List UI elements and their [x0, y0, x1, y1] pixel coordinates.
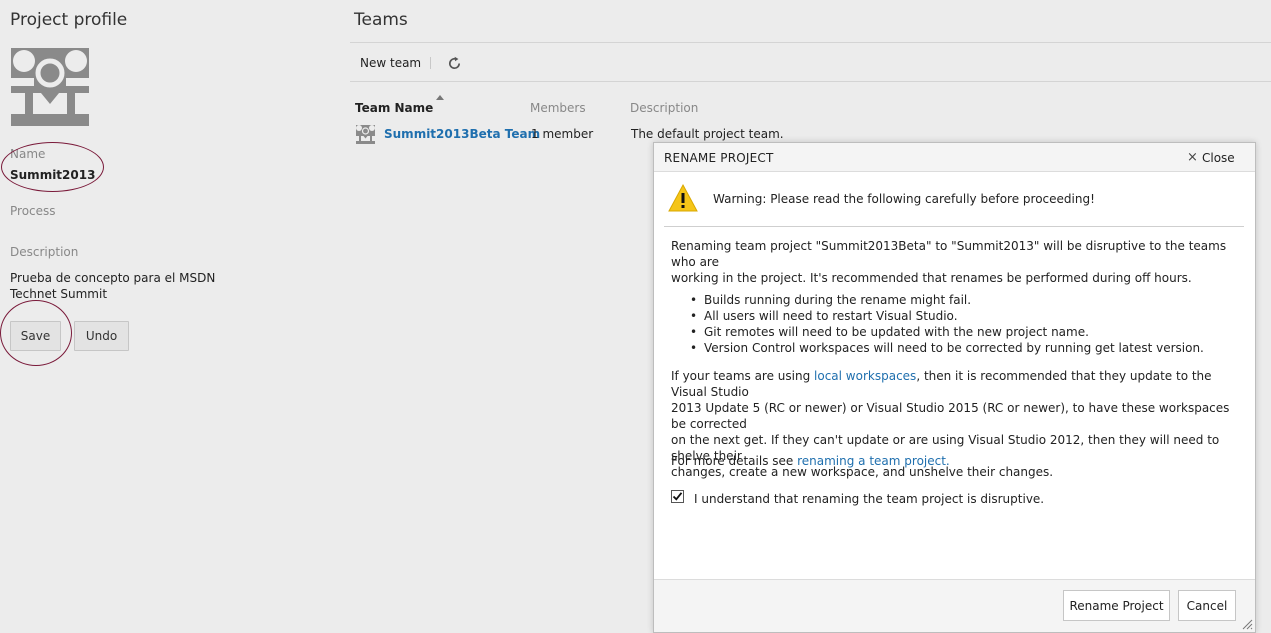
list-item: Builds running during the rename might f… — [689, 292, 1204, 308]
dialog-title: RENAME PROJECT — [664, 151, 774, 165]
teams-title: Teams — [354, 10, 408, 30]
description-value[interactable]: Prueba de concepto para el MSDN Technet … — [10, 270, 260, 302]
close-icon[interactable]: × — [1187, 150, 1198, 165]
description-label: Description — [10, 245, 79, 259]
team-name-link[interactable]: Summit2013Beta Team — [384, 127, 540, 141]
teams-divider-toolbar — [350, 81, 1271, 82]
annotation-circle-name — [1, 142, 104, 192]
cancel-button[interactable]: Cancel — [1178, 590, 1236, 621]
project-profile-panel: Project profile Name Summit2013 Process … — [0, 0, 345, 633]
column-header-members[interactable]: Members — [530, 101, 586, 115]
teams-divider-top — [350, 42, 1271, 43]
warning-icon — [668, 183, 698, 212]
sort-ascending-icon — [436, 95, 444, 100]
column-header-team-name[interactable]: Team Name — [355, 101, 433, 115]
list-item: All users will need to restart Visual St… — [689, 308, 1204, 324]
process-label: Process — [10, 204, 56, 218]
intro-line: Renaming team project "Summit2013Beta" t… — [671, 239, 1227, 269]
rename-project-dialog: RENAME PROJECT × Close Warning: Please r… — [653, 142, 1256, 633]
understand-checkbox[interactable] — [671, 490, 684, 503]
understand-checkbox-label[interactable]: I understand that renaming the team proj… — [694, 492, 1044, 506]
resize-grip-icon[interactable] — [1242, 619, 1253, 630]
team-group-icon — [11, 48, 89, 126]
local-workspaces-link[interactable]: local workspaces — [814, 369, 916, 383]
column-header-description[interactable]: Description — [630, 101, 698, 115]
warning-text: Warning: Please read the following caref… — [713, 192, 1095, 206]
team-icon — [356, 125, 375, 144]
team-description: The default project team. — [631, 127, 784, 141]
list-item: Version Control workspaces will need to … — [689, 340, 1204, 356]
intro-line: working in the project. It's recommended… — [671, 271, 1192, 285]
workspaces-line: 2013 Update 5 (RC or newer) or Visual St… — [671, 401, 1230, 431]
intro-paragraph: Renaming team project "Summit2013Beta" t… — [671, 238, 1246, 286]
team-members: 1 member — [531, 127, 594, 141]
annotation-circle-save — [0, 300, 72, 366]
consequences-list: Builds running during the rename might f… — [689, 292, 1204, 356]
rename-project-button[interactable]: Rename Project — [1063, 590, 1170, 621]
workspaces-prefix: If your teams are using — [671, 369, 815, 383]
dialog-footer: Rename Project Cancel — [654, 579, 1255, 632]
workspaces-line: If your teams are using local workspaces… — [671, 368, 1246, 400]
renaming-team-project-link[interactable]: renaming a team project. — [797, 454, 950, 468]
checkmark-icon — [672, 492, 683, 501]
toolbar-separator — [430, 57, 431, 69]
undo-button[interactable]: Undo — [74, 321, 129, 351]
list-item: Git remotes will need to be updated with… — [689, 324, 1204, 340]
details-paragraph: For more details see renaming a team pro… — [671, 453, 1246, 469]
dialog-header: RENAME PROJECT × Close — [654, 143, 1255, 172]
close-button[interactable]: Close — [1202, 151, 1235, 165]
profile-title: Project profile — [10, 10, 128, 30]
new-team-button[interactable]: New team — [360, 56, 421, 70]
dialog-divider — [664, 226, 1244, 227]
refresh-icon[interactable] — [447, 56, 462, 71]
details-prefix: For more details see — [671, 454, 798, 468]
